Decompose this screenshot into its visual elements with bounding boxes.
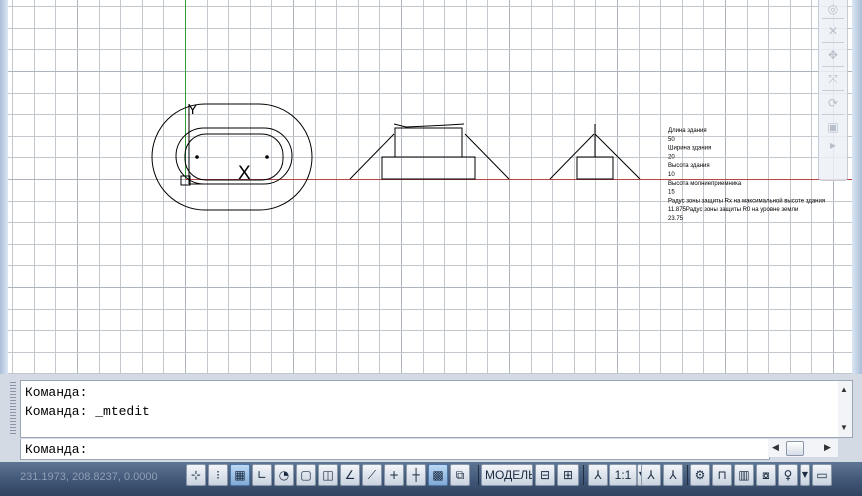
navigation-bar[interactable]: ◎ ✕ ✥ ⤧ ⟳ ▣ ▸ [818, 0, 848, 181]
transparency-button[interactable]: ▩ [428, 464, 448, 486]
showmotion-icon[interactable]: ▣ [823, 120, 843, 134]
command-input[interactable]: Команда: [20, 439, 770, 460]
scroll-left-icon[interactable]: ◀ [772, 442, 779, 453]
viewport-frame-left [0, 0, 8, 378]
clean-screen-icon[interactable]: ▭ [812, 464, 832, 486]
orbit-icon[interactable]: ⟳ [823, 96, 843, 110]
workspace-switching-gear-icon[interactable]: ⚙ [690, 464, 710, 486]
command-history[interactable]: Команда: Команда: _mtedit [20, 380, 840, 438]
object-snap-tracking-button[interactable]: ∠ [340, 464, 360, 486]
status-divider [478, 465, 479, 485]
snap-mode-button[interactable]: ⁝ [208, 464, 228, 486]
annotation-line: Длина здания [668, 128, 707, 134]
annotation-text[interactable]: Длина здания 50 Ширина здания 20 Высота здан… [668, 128, 825, 222]
annotation-visibility-icon[interactable]: ⅄ [641, 464, 661, 486]
hardware-acceleration-icon[interactable]: ▥ [734, 464, 754, 486]
history-line: Команда: [25, 385, 88, 400]
command-prompt: Команда: [25, 442, 88, 457]
annotation-scale-value[interactable]: 1:1 [609, 464, 637, 486]
front-building [381, 156, 476, 180]
annotation-line: Высота молниеприемника [668, 181, 742, 187]
status-divider [687, 465, 688, 485]
scroll-thumb[interactable] [786, 441, 804, 456]
annotation-line: 15 [668, 190, 675, 196]
quick-properties-button[interactable]: ⧉ [450, 464, 470, 486]
front-roof [394, 127, 463, 158]
plan-rod-left [195, 155, 199, 159]
steeringwheel-icon[interactable]: ◎ [823, 2, 843, 16]
annotation-line: 20 [668, 154, 675, 160]
model-space-button[interactable]: МОДЕЛЬ [481, 464, 533, 486]
drawing-shapes: Y X Длина здания 50 Ширина здания 20 Высота … [151, 101, 825, 222]
scroll-up-icon[interactable]: ▲ [840, 385, 848, 394]
quick-view-drawings-icon[interactable]: ⊞ [557, 464, 579, 486]
scroll-right-icon[interactable]: ▶ [824, 442, 831, 453]
pan-icon[interactable]: ✥ [823, 48, 843, 62]
annotation-line: 10 [668, 172, 675, 178]
auto-scale-icon[interactable]: ⅄ [663, 464, 683, 486]
annotation-line: 11.875Радус зоны защиты R0 на уровне зем… [668, 207, 798, 213]
3d-object-snap-button[interactable]: ◫ [318, 464, 338, 486]
ucs-x-label: X [238, 163, 251, 184]
grid-display-button[interactable]: ▦ [230, 464, 250, 486]
annotation-line: Радус зоны защиты Rx на максимальной выс… [668, 197, 825, 204]
annotation-line: Ширина здания [668, 146, 711, 152]
scroll-down-icon[interactable]: ▼ [840, 423, 848, 432]
ortho-mode-button[interactable]: ∟ [252, 464, 272, 486]
command-history-scrollbar[interactable]: ▲ ▼ [838, 380, 853, 438]
side-building [576, 156, 614, 180]
object-snap-button[interactable]: ▢ [296, 464, 316, 486]
zoom-icon[interactable]: ⤧ [823, 72, 843, 86]
cursor-coordinates[interactable]: 231.1973, 208.8237, 0.0000 [20, 471, 158, 483]
isolate-lightbulb-icon[interactable]: ♀ [778, 464, 798, 486]
dynamic-input-button[interactable]: + [384, 464, 404, 486]
command-horizontal-scrollbar[interactable]: ◀ ▶ [768, 439, 838, 457]
annotation-scale-icon[interactable]: ⅄ [588, 464, 608, 486]
plan-rod-right [265, 155, 269, 159]
command-window-grip[interactable] [10, 382, 16, 436]
annotation-line: Высота здания [668, 163, 710, 169]
ucs-icon: Y X [180, 101, 256, 186]
polar-tracking-button[interactable]: ◔ [274, 464, 294, 486]
dynamic-ucs-button[interactable]: ⟋ [362, 464, 382, 486]
front-roof-top [393, 123, 465, 128]
annotation-line: 23.75 [668, 216, 684, 222]
ucs-y-label: Y [188, 101, 198, 117]
infer-constraints-button[interactable]: ⊹ [186, 464, 206, 486]
drawing-canvas[interactable]: Y X Длина здания 50 Ширина здания 20 Высота … [8, 0, 852, 374]
toolbar-lock-icon[interactable]: ⊓ [712, 464, 732, 486]
isolate-objects-icon[interactable]: ⧇ [756, 464, 776, 486]
viewport-frame-right [852, 0, 862, 378]
lineweight-button[interactable]: ┼ [406, 464, 426, 486]
quick-view-layouts-icon[interactable]: ⊟ [535, 464, 555, 486]
status-divider [583, 465, 584, 485]
navbar-menu-icon[interactable]: ▸ [823, 138, 843, 152]
history-line: Команда: _mtedit [25, 404, 150, 419]
zoom-extents-icon[interactable]: ✕ [823, 24, 843, 38]
status-bar-menu-icon[interactable]: ▼ [800, 464, 810, 486]
annotation-line: 50 [668, 137, 675, 143]
